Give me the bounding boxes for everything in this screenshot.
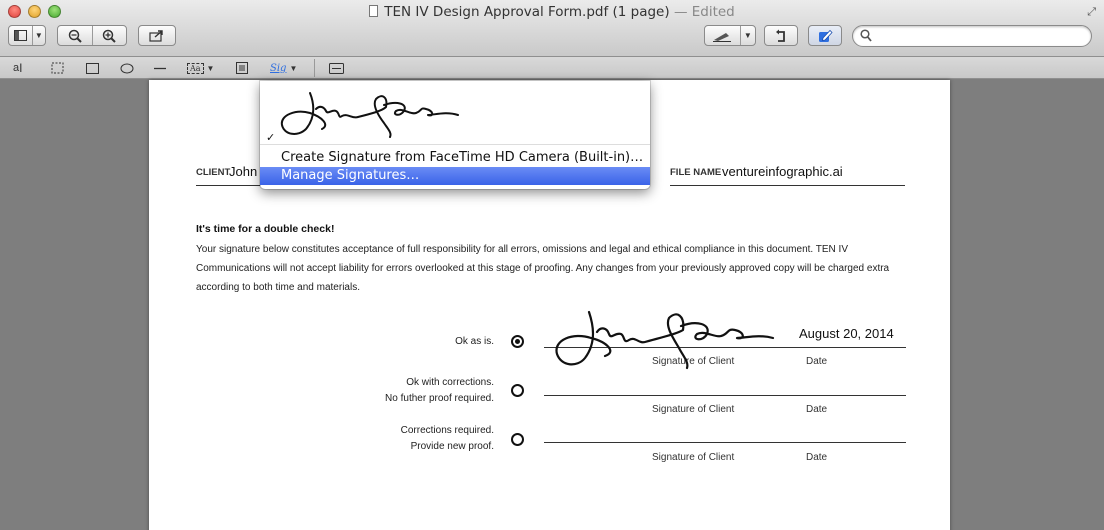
date-caption-3: Date <box>806 452 828 463</box>
rotate-icon <box>776 29 785 42</box>
rectangle-shape-tool[interactable] <box>86 60 99 76</box>
file-name-label: FILE NAME <box>670 167 722 178</box>
signature-caption-2: Signature of Client <box>652 404 735 415</box>
search-icon <box>860 29 872 42</box>
chevron-down-icon: ▼ <box>739 26 755 45</box>
rectangle-icon <box>86 62 99 74</box>
search-input[interactable] <box>852 25 1092 47</box>
note-tool[interactable] <box>236 60 248 76</box>
sidebar-icon <box>9 26 32 45</box>
text-selection-tool[interactable]: aI <box>13 60 22 76</box>
file-name-rule <box>670 185 905 186</box>
zoom-out-icon <box>68 29 82 43</box>
pencil-edit-icon <box>818 29 833 42</box>
text-box-tool[interactable]: Aa ▼ <box>187 60 214 76</box>
checkmark-icon: ✓ <box>266 132 276 144</box>
line-shape-tool[interactable] <box>153 60 167 76</box>
highlight-menu-button[interactable]: ▼ <box>704 25 756 46</box>
signature-date-1[interactable]: August 20, 2014 <box>799 326 894 341</box>
saved-signature-item[interactable] <box>278 89 478 141</box>
signature-line-3 <box>544 442 906 443</box>
double-check-heading: It's time for a double check! <box>196 223 335 235</box>
client-label: CLIENT <box>196 167 231 178</box>
create-signature-camera-item[interactable]: Create Signature from FaceTime HD Camera… <box>260 149 650 167</box>
toolbar-separator <box>314 59 344 77</box>
dashed-rectangle-icon <box>51 62 64 74</box>
rectangular-selection-tool[interactable] <box>51 60 64 76</box>
chevron-down-icon: ▼ <box>289 63 298 73</box>
disclaimer-text: Your signature below constitutes accepta… <box>196 244 890 293</box>
menu-separator <box>260 144 650 145</box>
line-icon <box>154 67 166 69</box>
text-style-icon[interactable] <box>329 62 344 74</box>
markup-toolbar: aI Aa ▼ Sig ▼ <box>0 57 1104 79</box>
option-new-proof-label: Corrections required. Provide new proof. <box>400 425 494 452</box>
window-toolbar: TEN IV Design Approval Form.pdf (1 page)… <box>0 0 1104 57</box>
option-corrections-label: Ok with corrections. No futher proof req… <box>385 377 494 404</box>
share-button[interactable] <box>138 25 176 46</box>
share-icon <box>149 30 163 42</box>
chevron-down-icon: ▼ <box>31 26 45 45</box>
zoom-in-icon <box>103 29 117 43</box>
highlighter-icon <box>705 26 740 45</box>
signature-menu: ✓ Create Signature from FaceTime HD Came… <box>260 81 650 189</box>
oval-shape-tool[interactable] <box>120 60 134 76</box>
file-name-value[interactable]: ventureinfographic.ai <box>722 164 843 179</box>
fullscreen-icon[interactable]: ⤢ <box>1087 6 1096 19</box>
zoom-control <box>57 25 127 46</box>
placed-signature-image[interactable] <box>549 304 779 379</box>
signature-caption-3: Signature of Client <box>652 452 735 463</box>
rotate-button[interactable] <box>764 25 798 46</box>
client-value[interactable]: John <box>229 164 257 179</box>
date-caption-2: Date <box>806 404 828 415</box>
option-ok-radio[interactable] <box>511 335 524 348</box>
manage-signatures-item[interactable]: Manage Signatures… <box>260 167 650 185</box>
view-menu-button[interactable]: ▼ <box>8 25 46 46</box>
zoom-in-button[interactable] <box>91 26 126 45</box>
oval-icon <box>120 63 134 73</box>
markup-toolbar-toggle[interactable] <box>808 25 842 46</box>
sign-tool-button[interactable]: Sig ▼ <box>270 60 297 76</box>
window-title: TEN IV Design Approval Form.pdf (1 page)… <box>0 4 1104 20</box>
text-box-icon: Aa <box>187 62 204 74</box>
option-ok-label: Ok as is. <box>455 336 494 347</box>
zoom-out-button[interactable] <box>58 26 92 45</box>
option-new-proof-radio[interactable] <box>511 433 524 446</box>
signature-icon: Sig <box>270 62 287 74</box>
date-caption-1: Date <box>806 356 828 367</box>
chevron-down-icon: ▼ <box>206 63 215 73</box>
option-corrections-radio[interactable] <box>511 384 524 397</box>
pdf-document-icon <box>369 5 379 17</box>
note-icon <box>236 62 248 74</box>
signature-line-2 <box>544 395 906 396</box>
